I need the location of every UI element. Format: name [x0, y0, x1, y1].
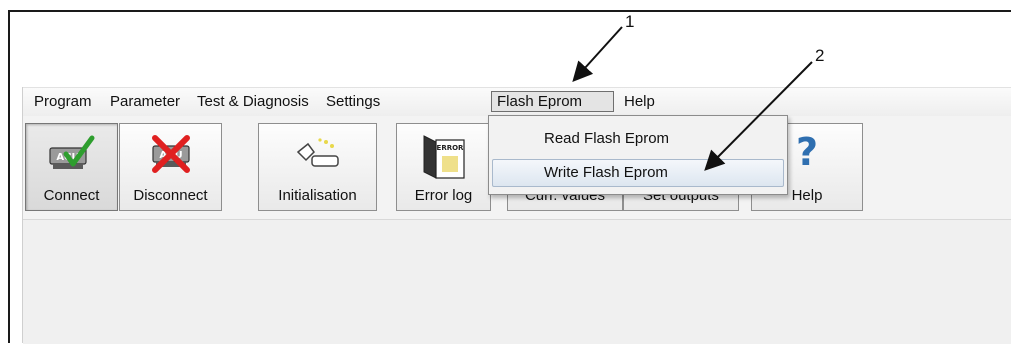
initialisation-label: Initialisation [278, 187, 357, 204]
connect-button[interactable]: ACU Connect [25, 123, 118, 211]
initialisation-icon [296, 138, 339, 167]
menu-test-diagnosis[interactable]: Test & Diagnosis [192, 91, 314, 112]
connect-label: Connect [43, 187, 100, 204]
flash-eprom-dropdown: Read Flash Eprom Write Flash Eprom [488, 115, 788, 195]
error-log-button[interactable]: ERROR Error log [396, 123, 491, 211]
svg-text:ERROR: ERROR [436, 144, 464, 152]
client-area [23, 219, 1011, 344]
error-log-label: Error log [414, 187, 473, 204]
disconnect-label: Disconnect [133, 187, 208, 204]
menu-parameter[interactable]: Parameter [105, 91, 185, 112]
menu-item-read-flash-eprom[interactable]: Read Flash Eprom [492, 125, 784, 153]
callout-number-1: 1 [625, 12, 635, 31]
acu-connect-icon: ACU [48, 135, 94, 169]
menu-program[interactable]: Program [29, 91, 97, 112]
menu-item-write-flash-eprom[interactable]: Write Flash Eprom [492, 159, 784, 187]
menu-bar: Program Parameter Test & Diagnosis Setti… [23, 87, 1011, 116]
initialisation-button[interactable]: Initialisation [258, 123, 377, 211]
menu-settings[interactable]: Settings [321, 91, 385, 112]
menu-flash-eprom[interactable]: Flash Eprom [491, 91, 614, 112]
disconnect-button[interactable]: ACU Disconnect [119, 123, 222, 211]
acu-disconnect-icon: ACU [151, 135, 190, 173]
callout-number-2: 2 [815, 46, 825, 65]
error-log-icon: ERROR [423, 135, 465, 179]
menu-help[interactable]: Help [619, 91, 660, 112]
